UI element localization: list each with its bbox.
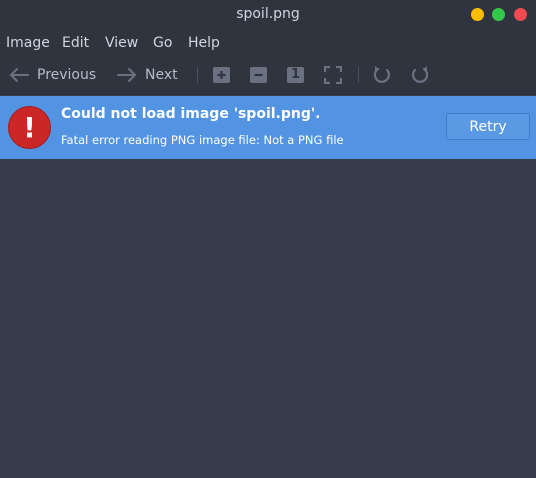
rotate-left-icon [373, 66, 390, 83]
zoom-normal-icon[interactable]: 1 [287, 67, 304, 83]
title-bar[interactable]: spoil.png [0, 0, 536, 30]
fit-icon [324, 66, 342, 84]
toolbar-separator [358, 67, 359, 83]
arrow-left-icon [10, 68, 29, 82]
error-infobar: ! Could not load image 'spoil.png'. Fata… [0, 96, 536, 159]
previous-label: Previous [37, 67, 97, 83]
menu-view[interactable]: View [105, 35, 138, 51]
window-title: spoil.png [236, 6, 300, 22]
arrow-right-icon [117, 68, 136, 82]
menu-bar: Image Edit View Go Help [0, 30, 536, 56]
toolbar: Previous Next 1 [0, 56, 536, 95]
menu-image[interactable]: Image [6, 35, 50, 51]
toolbar-separator [197, 67, 198, 83]
minimize-button[interactable] [471, 8, 484, 21]
rotate-right-button[interactable] [410, 56, 430, 94]
rotate-left-button[interactable] [372, 56, 392, 94]
close-button[interactable] [514, 8, 527, 21]
fit-window-button[interactable] [324, 56, 342, 94]
error-message: Fatal error reading PNG image file: Not … [61, 133, 344, 147]
retry-button[interactable]: Retry [446, 113, 530, 140]
maximize-button[interactable] [492, 8, 505, 21]
menu-edit[interactable]: Edit [62, 35, 89, 51]
rotate-right-icon [412, 66, 429, 83]
zoom-in-icon[interactable] [213, 67, 230, 83]
menu-help[interactable]: Help [188, 35, 220, 51]
error-title: Could not load image 'spoil.png'. [61, 106, 321, 122]
next-label: Next [145, 67, 178, 83]
image-view-area[interactable] [0, 159, 536, 478]
error-icon: ! [8, 106, 51, 149]
zoom-out-icon[interactable] [250, 67, 267, 83]
menu-go[interactable]: Go [153, 35, 172, 51]
previous-button[interactable]: Previous [8, 56, 96, 94]
image-viewer-window: spoil.png Image Edit View Go Help Previo… [0, 0, 536, 478]
next-button[interactable]: Next [116, 56, 178, 94]
